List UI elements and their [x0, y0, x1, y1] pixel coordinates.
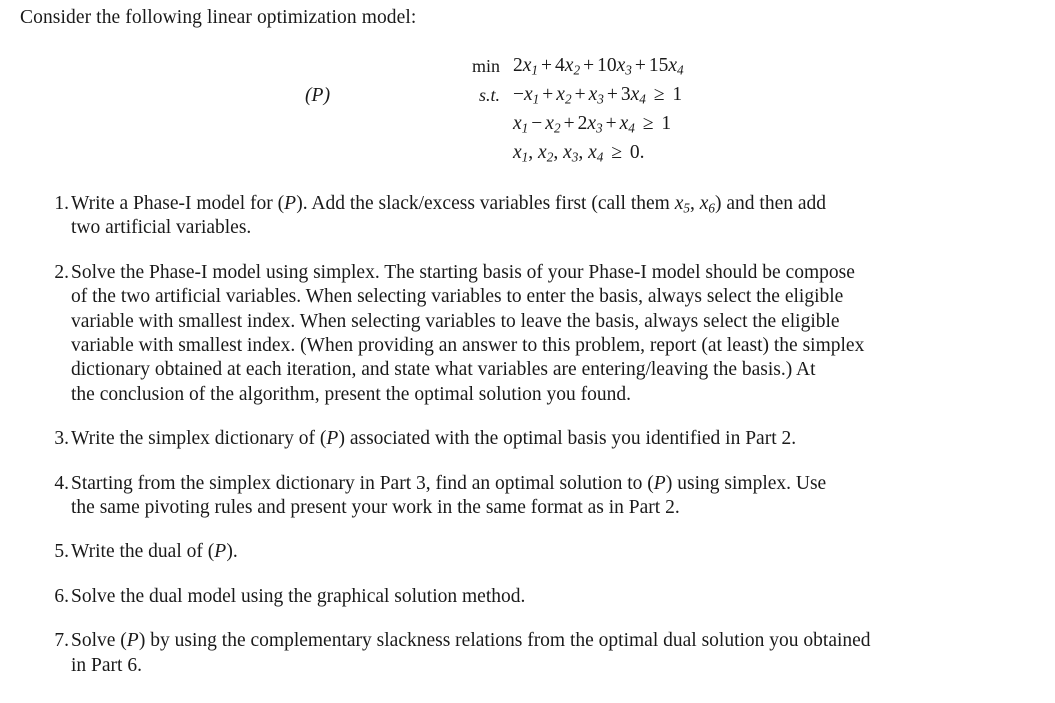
model-row3-spacer — [305, 110, 450, 139]
list-item-line: Solve the dual model using the graphical… — [71, 585, 526, 607]
list-item-number: 4. — [54, 472, 69, 494]
list-item: 6. Solve the dual model using the graphi… — [0, 585, 1055, 609]
list-item-line: of the two artificial variables. When se… — [71, 286, 844, 308]
model-constraint-2: x1− x2 +2x3 + x4 ≥ 1 — [513, 113, 672, 136]
optimization-model-block: min 2x1 +4x2 +10x3 +15x4 (P) s.t. −x1 + x2 + x3… — [0, 52, 1055, 168]
intro-sentence: Consider the following linear optimizati… — [20, 7, 417, 28]
model-objective-expression: 2x1 +4x2 +10x3 +15x4 — [513, 55, 684, 78]
list-item-line: variable with smallest index. (When prov… — [71, 335, 865, 357]
list-item-line: two artificial variables. — [71, 217, 252, 239]
model-objective-keyword: min — [471, 56, 500, 76]
model-row4-spacer — [305, 139, 450, 168]
model-constraint-1: −x1 + x2 + x3 +3x4 ≥ 1 — [513, 84, 683, 107]
model-tag-spacer — [305, 52, 450, 81]
list-item-number: 7. — [54, 630, 69, 652]
list-item-line: Write the simplex dictionary of (P) asso… — [71, 428, 797, 450]
model-row3-keyword — [450, 110, 513, 138]
list-item: 5. Write the dual of (P). — [0, 540, 1055, 564]
list-item-number: 6. — [54, 585, 69, 607]
list-item: 3. Write the simplex dictionary of (P) a… — [0, 427, 1055, 451]
list-item-line: dictionary obtained at each iteration, a… — [71, 359, 816, 381]
model-grid: min 2x1 +4x2 +10x3 +15x4 (P) s.t. −x1 + x2 + x3… — [305, 52, 1055, 168]
list-item-number: 2. — [54, 261, 69, 283]
document-page: Consider the following linear optimizati… — [0, 0, 1055, 703]
list-item-line: Solve (P) by using the complementary sla… — [71, 630, 871, 652]
list-item-number: 1. — [54, 193, 69, 214]
list-item: 4. Starting from the simplex dictionary … — [0, 472, 1055, 521]
list-item: 7. Solve (P) by using the complementary … — [0, 629, 1055, 678]
list-item: 1. Write a Phase-I model for (P). Add th… — [0, 192, 1055, 241]
model-subjectto-keyword: s.t. — [478, 85, 500, 105]
list-item-line: Solve the Phase-I model using simplex. T… — [71, 261, 855, 283]
list-item-line: the conclusion of the algorithm, present… — [71, 383, 631, 405]
list-item-number: 5. — [54, 541, 69, 563]
list-item-number: 3. — [54, 428, 69, 450]
list-item-line: the same pivoting rules and present your… — [71, 497, 680, 519]
model-row4-keyword — [450, 139, 513, 167]
list-item-line: Starting from the simplex dictionary in … — [71, 472, 827, 494]
model-name-label: (P) — [305, 85, 331, 106]
list-item-line: variable with smallest index. When selec… — [71, 310, 840, 332]
list-item-line: in Part 6. — [71, 654, 142, 676]
question-list: 1. Write a Phase-I model for (P). Add th… — [0, 192, 1055, 695]
list-item-line: Write a Phase-I model for (P). Add the s… — [71, 193, 827, 216]
list-item: 2. Solve the Phase-I model using simplex… — [0, 261, 1055, 407]
list-item-line: Write the dual of (P). — [71, 541, 238, 563]
model-nonnegativity-constraint: x1, x2, x3, x4 ≥ 0. — [513, 142, 645, 165]
